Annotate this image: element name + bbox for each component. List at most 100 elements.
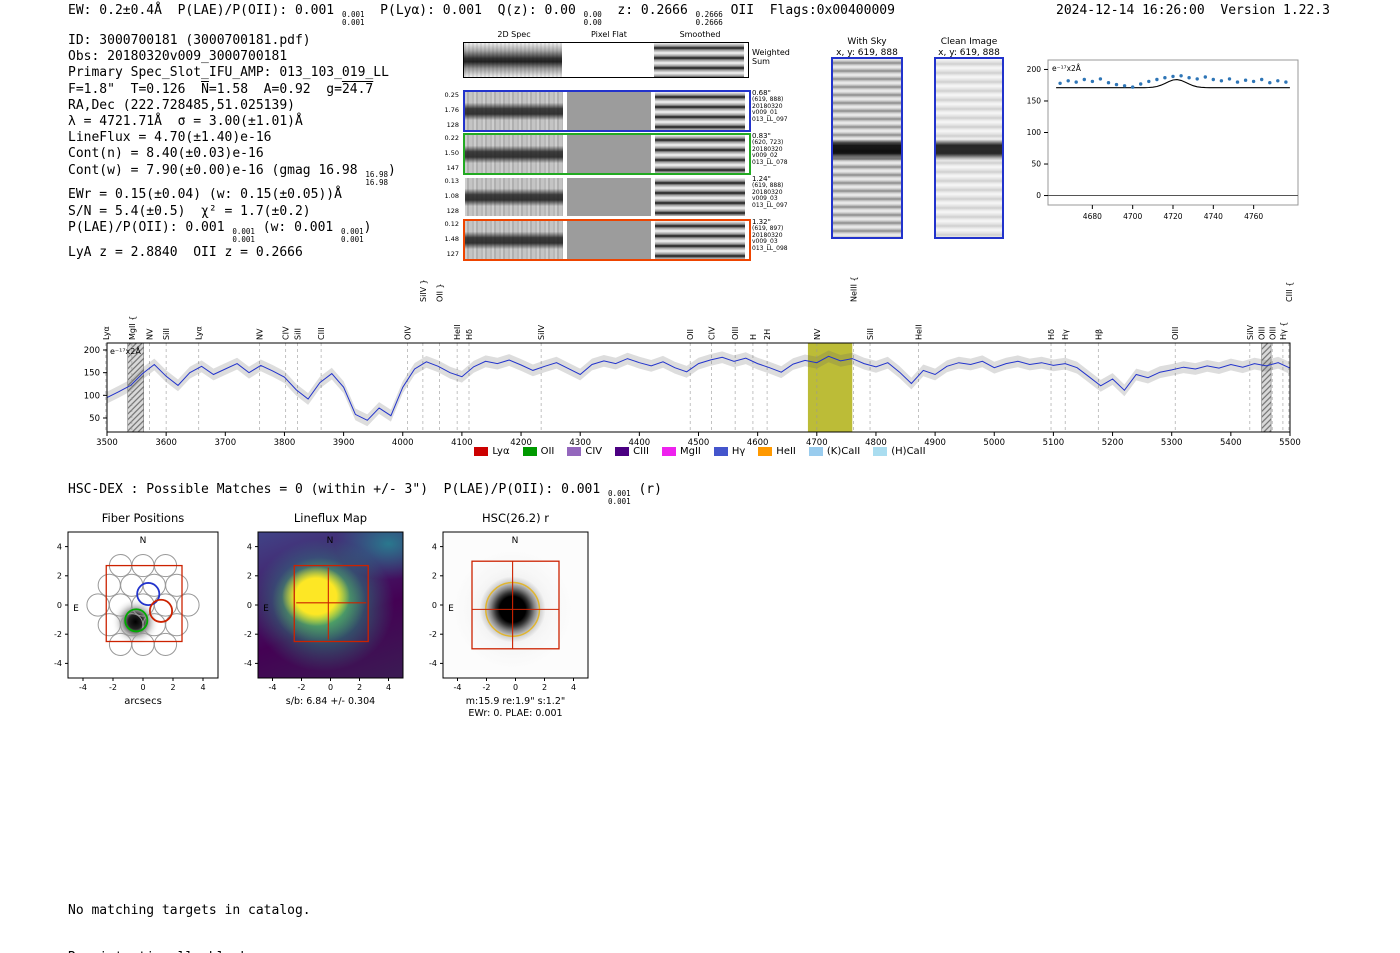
y-tick-label: -2 (54, 630, 62, 639)
text-segment: LineFlux = 4.70(±1.40)e-16 (68, 130, 272, 146)
emission-line-label: SiIV (537, 324, 546, 340)
with-sky-image (831, 57, 903, 239)
spectrum-legend: Lyα OII CIV CIII MgII Hγ HeII (K)CaII (H)CaII (0, 446, 1400, 457)
x-tick-label: 4680 (1083, 212, 1102, 221)
text-segment: Obs: 20180320v009_3000700181 (68, 49, 288, 65)
y-tick-label: 2 (57, 572, 62, 581)
data-point (1243, 78, 1248, 82)
y-tick-label: 2 (432, 572, 437, 581)
x-tick-label: 2 (542, 683, 547, 692)
text-segment: Primary Spec_Slot_IFU_AMP: 013_103_019_L… (68, 65, 389, 81)
data-point (1171, 74, 1175, 79)
data-point (1163, 76, 1167, 80)
y-tick-label: -2 (244, 630, 252, 639)
footer-line-2: Row intentionally blank. (68, 950, 311, 953)
plot-frame (442, 531, 589, 679)
emission-line-label: OIII (1258, 327, 1267, 340)
uncertainty-stack: 0.001 0.001 (341, 226, 364, 245)
spec2d-row-scales: 0.25 1.76 128 (430, 92, 459, 128)
data-point (1260, 77, 1264, 82)
compass-east: E (448, 604, 454, 614)
legend-label: (K)CaII (826, 446, 861, 457)
spec2d-row-annotation: 1.32" (619, 897) 20180320 v009_03 013_LL_098 (752, 219, 788, 253)
data-point (1139, 82, 1143, 86)
scale-value: 0.12 (444, 220, 459, 228)
legend-label: OII (540, 446, 555, 457)
data-point (1235, 80, 1240, 84)
info-line: Cont(n) = 8.40(±0.03)e-16 (68, 146, 396, 162)
uncertainty-stack: 0.001 0.001 (608, 489, 631, 507)
annotation-line: 013_LL_078 (752, 159, 788, 167)
data-point (1251, 79, 1256, 84)
footer-line-1: No matching targets in catalog. (68, 903, 311, 918)
scale-value: 128 (446, 120, 459, 129)
scale-value: 0.25 (444, 91, 459, 99)
data-point (1131, 85, 1135, 89)
text-segment: Cont(w) = 7.90(±0.00)e-16 (gmag 16.98 (68, 162, 366, 178)
data-point (1155, 77, 1159, 82)
text-segment: EWr = 0.15(±0.04) (w: 0.15(±0.05))Å (68, 187, 342, 203)
compass-east: E (73, 604, 79, 614)
x-tick-label: -4 (454, 683, 462, 692)
lineflux-map-xlabel: s/b: 6.84 +/- 0.304 (285, 696, 376, 707)
footer-notes: No matching targets in catalog. Row inte… (68, 872, 311, 953)
fiber-positions-plot: -4 -4 -2 -2 0 0 2 2 4 4 N E (54, 531, 219, 692)
legend-label: Hγ (731, 446, 746, 457)
data-point (1268, 81, 1272, 85)
legend-item: (H)CaII (873, 446, 926, 457)
emission-line-label: OII (686, 329, 695, 340)
text-segment: λ = 4721.71Å σ = 3.00(±1.01)Å (68, 114, 303, 130)
emission-line-label: SiIV (1246, 324, 1255, 340)
legend-swatch (713, 447, 728, 456)
info-line: Cont(w) = 7.90(±0.00)e-16 (gmag 16.98 16… (68, 163, 396, 188)
pixel-flat-image (567, 221, 651, 259)
text-segment: HSC-DEX : Possible Matches = 0 (within +… (68, 482, 609, 497)
data-point (1219, 79, 1224, 83)
scale-value: 1.48 (444, 234, 459, 243)
y-tick-label: 50 (1031, 160, 1041, 169)
with-sky-title: With Sky x, y: 619, 888 (817, 37, 917, 58)
y-tick-label: 4 (432, 542, 437, 551)
info-line: ID: 3000700181 (3000700181.pdf) (68, 33, 396, 49)
detection-info-block: ID: 3000700181 (3000700181.pdf) Obs: 2018… (68, 33, 396, 261)
legend-item: OII (522, 446, 555, 457)
x-tick-label: 4740 (1204, 212, 1223, 221)
hsc-cutout-xlabel2: EWr: 0. PLAE: 0.001 (468, 708, 563, 719)
fiber-positions-xlabel: arcsecs (124, 696, 162, 707)
data-point (1276, 79, 1280, 83)
emission-line-label: MgII { (128, 316, 137, 340)
emission-line-label: NV (813, 328, 822, 340)
hsc-cutout-plot: -4 -4 -2 -2 0 0 2 2 4 4 N E (429, 531, 589, 692)
masked-region (1261, 342, 1272, 433)
annotation-line: 013_LL_097 (752, 202, 788, 210)
data-point (1066, 79, 1070, 83)
hsc-cutout-title: HSC(26.2) r (482, 511, 549, 525)
emission-line-label: CIII (317, 327, 326, 340)
clean-image-title: Clean Image x, y: 619, 888 (919, 37, 1019, 58)
info-line: RA,Dec (222.728485,51.025139) (68, 98, 396, 114)
data-point (1147, 79, 1151, 84)
legend-label: CIII (633, 446, 649, 457)
y-tick-label: 4 (57, 542, 62, 551)
emission-line-label: H (749, 334, 758, 340)
emission-line-label: SiII (293, 328, 302, 340)
text-segment: (r) (630, 482, 662, 497)
emission-line-label: SiIV } (419, 279, 428, 302)
text-segment: (w: 0.001 (254, 219, 342, 235)
text-segment: 24.7 (341, 81, 374, 97)
data-point (1074, 80, 1078, 84)
spec2d-row-annotation: 0.68" (619, 888) 20180320 v009_01 013_LL_097 (752, 90, 788, 124)
legend-swatch (661, 447, 676, 456)
legend-item: Lyα (474, 446, 510, 457)
y-tick-label: 150 (84, 369, 100, 379)
emission-line-label: NV (256, 328, 265, 340)
fiber-positions-title: Fiber Positions (101, 511, 185, 525)
hsc-dex-line: HSC-DEX : Possible Matches = 0 (within +… (68, 482, 662, 507)
text-segment: z: 0.2666 (601, 3, 696, 18)
data-point (1106, 81, 1111, 85)
info-line: F=1.8" T=0.126 N=1.58 A=0.92 g=24.7 (68, 82, 396, 98)
scale-value: 1.08 (444, 191, 459, 200)
smoothed-image (655, 221, 745, 259)
text-segment: =1.58 A=0.92 g= (208, 81, 342, 97)
